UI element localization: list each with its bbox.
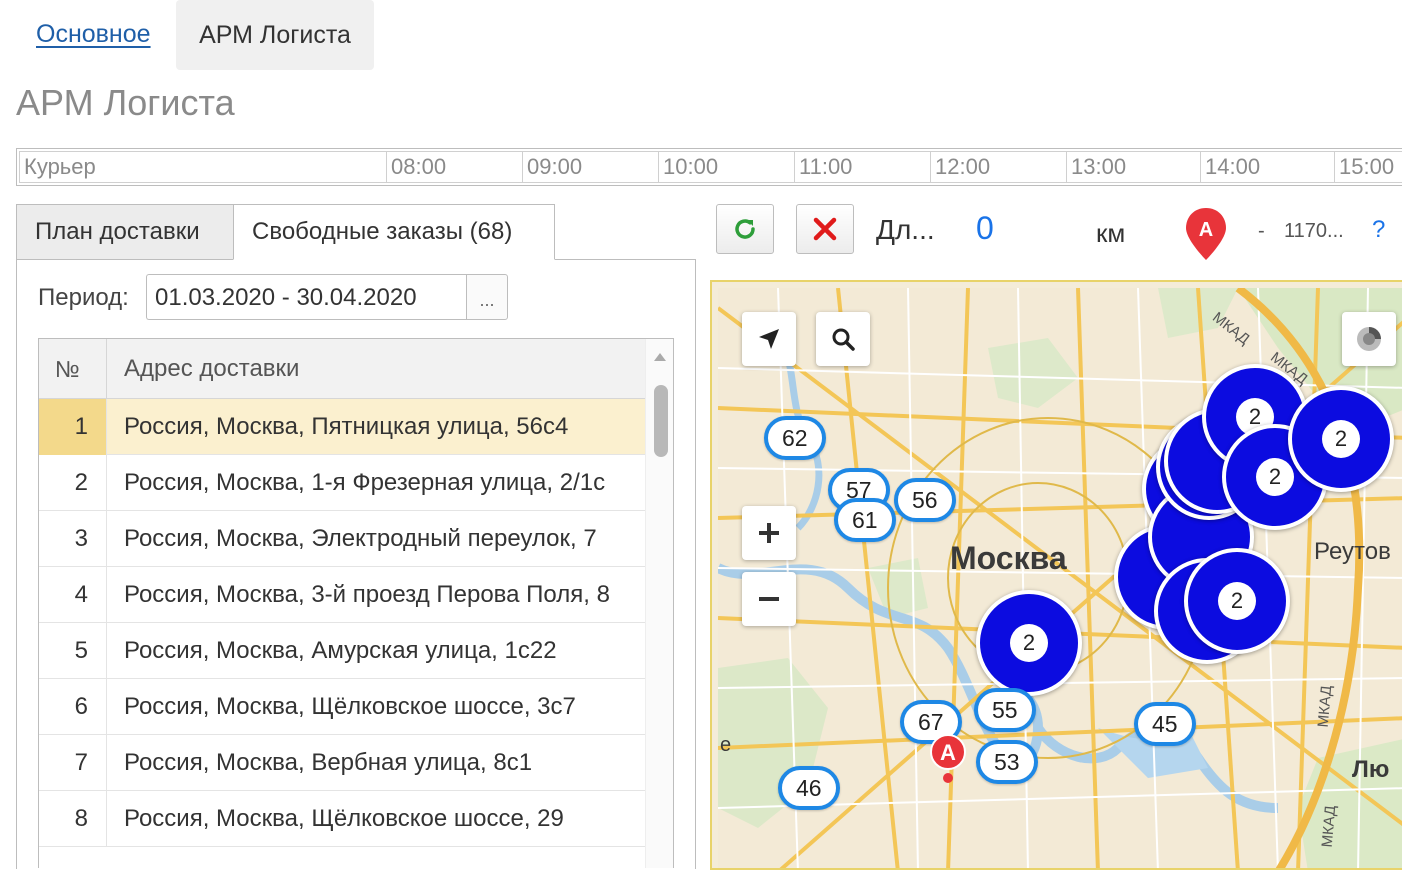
tab-logist-workplace[interactable]: АРМ Логиста: [176, 0, 374, 70]
route-length-value: 0: [976, 210, 994, 246]
period-label: Период:: [38, 284, 129, 311]
row-address: Россия, Москва, Щёлковское шоссе, 29: [124, 805, 564, 832]
scroll-up-icon[interactable]: [654, 353, 666, 361]
cluster-count: 2: [1010, 624, 1048, 662]
timeline-hour: 13:00: [1066, 152, 1200, 182]
period-field[interactable]: 01.03.2020 - 30.04.2020: [146, 274, 466, 320]
table-row[interactable]: 8 Россия, Москва, Щёлковское шоссе, 29: [39, 791, 645, 847]
row-number: 1: [39, 399, 107, 455]
city-label: Москва: [950, 540, 1067, 576]
route-length-label: Дл...: [876, 214, 935, 245]
table-row[interactable]: 3 Россия, Москва, Электродный переулок, …: [39, 511, 645, 567]
order-marker[interactable]: 56: [894, 478, 956, 522]
row-address: Россия, Москва, Щёлковское шоссе, 3с7: [124, 693, 576, 720]
table-row[interactable]: 4 Россия, Москва, 3-й проезд Перова Поля…: [39, 567, 645, 623]
tab-main[interactable]: Основное: [36, 20, 151, 49]
mkad-label: МКАД: [1314, 684, 1336, 729]
timeline-hour: 09:00: [522, 152, 658, 182]
timeline-hour: 10:00: [658, 152, 794, 182]
order-marker[interactable]: 62: [764, 416, 826, 460]
order-marker[interactable]: 46: [778, 766, 840, 810]
timeline-hour: 11:00: [794, 152, 930, 182]
page-title: АРМ Логиста: [16, 82, 235, 123]
row-number: 3: [39, 511, 107, 567]
timeline-hour: 12:00: [930, 152, 1066, 182]
row-address: Россия, Москва, 1-я Фрезерная улица, 2/1…: [124, 469, 606, 496]
tab-delivery-plan[interactable]: План доставки: [16, 204, 234, 260]
table-row[interactable]: 1 Россия, Москва, Пятницкая улица, 56с4: [39, 399, 645, 455]
help-link[interactable]: ?: [1372, 216, 1385, 244]
period-select-button[interactable]: ...: [466, 274, 508, 320]
zoom-out-button[interactable]: [742, 572, 796, 626]
minus-icon: [759, 597, 779, 601]
close-icon: [813, 217, 837, 241]
table-scrollbar[interactable]: [645, 339, 673, 868]
courier-timeline[interactable]: Курьер 08:00 09:00 10:00 11:00 12:00 13:…: [16, 148, 1402, 186]
cluster-count: 2: [1218, 582, 1256, 620]
row-address: Россия, Москва, Пятницкая улица, 56с4: [124, 413, 569, 440]
row-address: Россия, Москва, Амурская улица, 1с22: [124, 637, 557, 664]
row-address: Россия, Москва, 3-й проезд Перова Поля, …: [124, 581, 610, 608]
row-number: 5: [39, 623, 107, 679]
delivery-map[interactable]: Москва Реутов Лю е МКАД МКАД МКАД МКАД 2…: [710, 280, 1402, 870]
navigation-arrow-icon: [759, 329, 779, 349]
start-point-pin-icon[interactable]: А: [1184, 206, 1228, 262]
table-row[interactable]: 7 Россия, Москва, Вербная улица, 8с1: [39, 735, 645, 791]
mkad-label: МКАД: [1318, 804, 1340, 849]
order-marker[interactable]: 45: [1134, 702, 1196, 746]
table-header: № Адрес доставки: [39, 339, 645, 399]
column-number-header[interactable]: №: [39, 339, 107, 399]
start-pin-letter: А: [1199, 219, 1213, 241]
table-row[interactable]: 2 Россия, Москва, 1-я Фрезерная улица, 2…: [39, 455, 645, 511]
map-search-button[interactable]: [816, 312, 870, 366]
map-layers-button[interactable]: [1342, 312, 1396, 366]
cluster-marker[interactable]: 2: [1288, 386, 1394, 492]
order-marker[interactable]: 53: [976, 740, 1038, 784]
route-length-unit: км: [1096, 218, 1126, 248]
delete-route-button[interactable]: [796, 204, 854, 254]
start-marker-icon[interactable]: А: [926, 734, 970, 784]
section-tabs: Основное АРМ Логиста: [0, 0, 1402, 70]
refresh-button[interactable]: [716, 204, 774, 254]
search-icon: [832, 328, 855, 351]
timeline-hour: 14:00: [1200, 152, 1334, 182]
table-row[interactable]: 6 Россия, Москва, Щёлковское шоссе, 3с7: [39, 679, 645, 735]
start-address: 1170...: [1284, 220, 1344, 242]
column-address-header[interactable]: Адрес доставки: [107, 339, 299, 399]
row-number: 2: [39, 455, 107, 511]
cluster-count: 2: [1322, 420, 1360, 458]
timeline-hour: 08:00: [386, 152, 522, 182]
row-address: Россия, Москва, Электродный переулок, 7: [124, 525, 597, 552]
timeline-courier-header: Курьер: [24, 154, 96, 179]
address-separator: -: [1258, 220, 1265, 242]
cluster-marker[interactable]: 2: [976, 590, 1082, 696]
free-orders-table: № Адрес доставки 1 Россия, Москва, Пятни…: [38, 338, 674, 868]
table-row[interactable]: 5 Россия, Москва, Амурская улица, 1с22: [39, 623, 645, 679]
cluster-count: 2: [1256, 458, 1294, 496]
scroll-thumb[interactable]: [654, 385, 668, 457]
table-body: 1 Россия, Москва, Пятницкая улица, 56с4 …: [39, 399, 645, 847]
plus-icon: [759, 523, 779, 543]
row-number: 4: [39, 567, 107, 623]
cluster-marker[interactable]: 2: [1184, 548, 1290, 654]
row-address: Россия, Москва, Вербная улица, 8с1: [124, 749, 533, 776]
reutov-label: Реутов: [1314, 538, 1391, 565]
start-marker-letter: А: [940, 740, 956, 765]
row-number: 6: [39, 679, 107, 735]
zoom-in-button[interactable]: [742, 506, 796, 560]
timeline-hour: 15:00: [1334, 152, 1402, 182]
order-marker[interactable]: 61: [834, 498, 896, 542]
tab-free-orders[interactable]: Свободные заказы (68): [233, 204, 555, 260]
row-number: 8: [39, 791, 107, 847]
lyu-label: Лю: [1352, 756, 1390, 783]
edge-label: е: [720, 734, 732, 756]
layers-icon: [1357, 327, 1381, 351]
order-marker[interactable]: 55: [974, 688, 1036, 732]
locate-button[interactable]: [742, 312, 796, 366]
row-number: 7: [39, 735, 107, 791]
refresh-icon: [735, 219, 755, 239]
